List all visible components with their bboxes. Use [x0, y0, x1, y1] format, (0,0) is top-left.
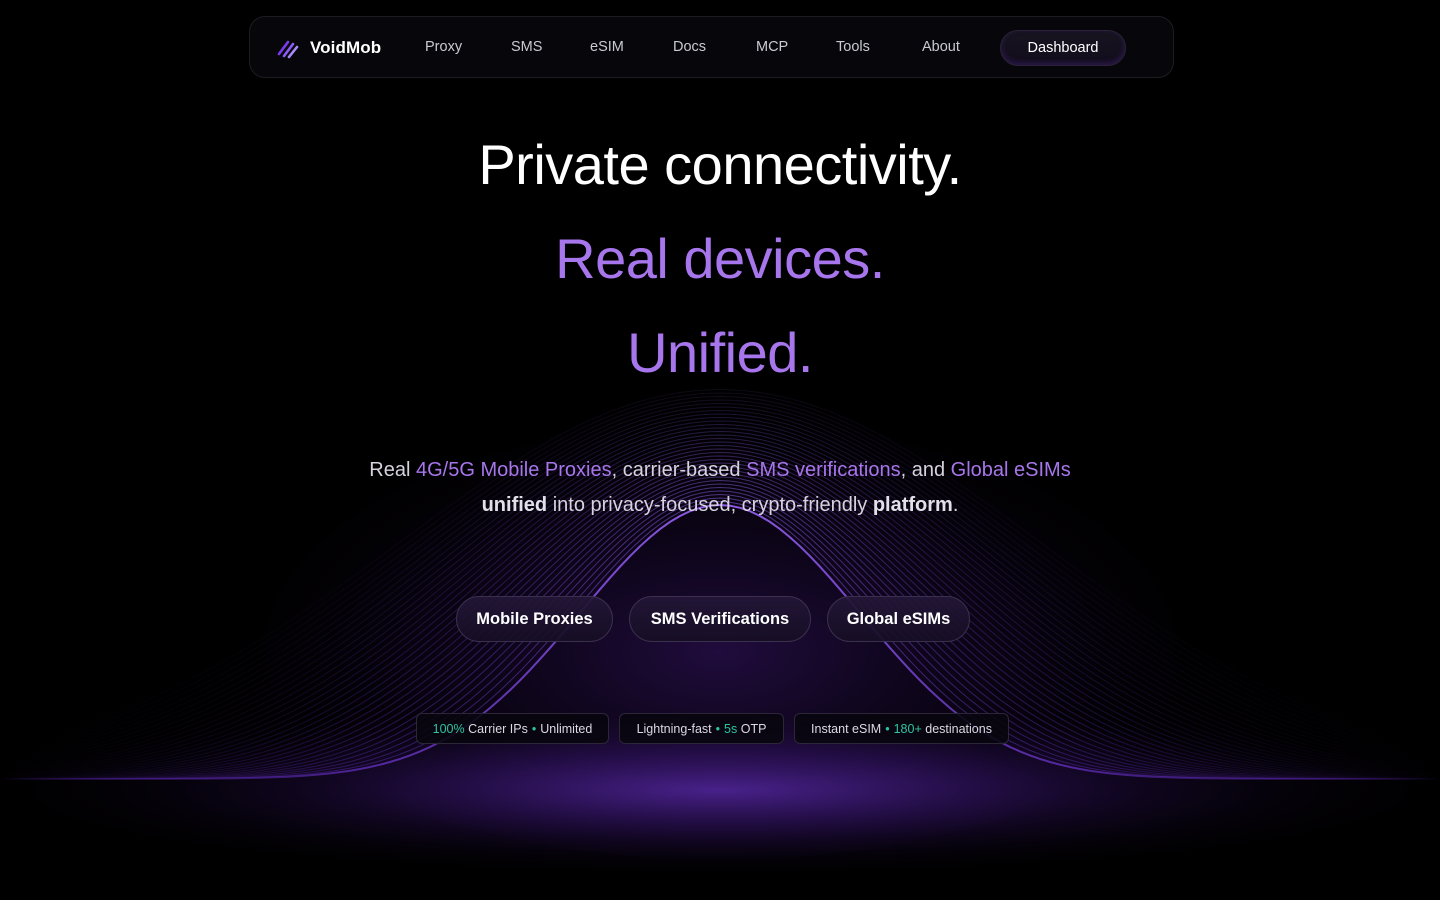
hero-headline-line2: Real devices. [555, 227, 885, 290]
nav-link-mcp[interactable]: MCP [756, 39, 788, 55]
mobile-proxies-button[interactable]: Mobile Proxies [456, 596, 613, 642]
tag-text-carrier-ips: Carrier IPs [468, 721, 528, 736]
desc-period: . [952, 494, 959, 516]
desc-highlight-mobile-proxies: 4G/5G Mobile Proxies [415, 459, 612, 481]
tag-text-instant-esim: Instant eSIM [811, 721, 882, 736]
nav-link-about[interactable]: About [922, 39, 960, 55]
tag-value-5s: 5s [724, 721, 738, 736]
tag-text-lightning: Lightning-fast [636, 721, 712, 736]
tag-separator-dot: • [715, 721, 721, 736]
desc-text-real: Real [369, 459, 411, 481]
nav-link-proxy[interactable]: Proxy [425, 39, 462, 55]
top-navbar: VoidMob Proxy SMS eSIM Docs MCP Tools Ab… [249, 16, 1174, 78]
desc-strong-unified: unified [481, 494, 548, 516]
desc-highlight-esims: Global eSIMs [950, 459, 1071, 481]
tag-text-unlimited: Unlimited [540, 721, 593, 736]
tag-text-otp: OTP [740, 721, 767, 736]
nav-link-sms[interactable]: SMS [511, 39, 542, 55]
brand-logo[interactable]: VoidMob [276, 36, 381, 60]
desc-text-and: , and [900, 459, 946, 481]
hero-headline-line1: Private connectivity. [478, 133, 962, 196]
desc-text-into: into privacy-focused, crypto-friendly [552, 494, 868, 516]
brand-name: VoidMob [310, 38, 382, 57]
feature-tag-carrier-ips: 100% Carrier IPs • Unlimited [416, 713, 609, 744]
landing-page: VoidMob Proxy SMS eSIM Docs MCP Tools Ab… [0, 0, 1440, 900]
dashboard-button[interactable]: Dashboard [1000, 30, 1126, 66]
tag-value-180: 180+ [893, 721, 922, 736]
tag-separator-dot: • [531, 721, 537, 736]
tag-text-destinations: destinations [925, 721, 992, 736]
desc-text-carrier: , carrier-based [611, 459, 741, 481]
sms-verifications-button[interactable]: SMS Verifications [629, 596, 811, 642]
tag-value-percent: 100% [432, 721, 465, 736]
tag-separator-dot: • [885, 721, 890, 736]
hero-headline-line3: Unified. [627, 321, 813, 384]
global-esims-button[interactable]: Global eSIMs [827, 596, 970, 642]
feature-tag-otp: Lightning-fast • 5s OTP [619, 713, 784, 744]
hero-description-line2: unified into privacy-focused, crypto-fri… [0, 488, 1440, 523]
feature-tag-esim: Instant eSIM • 180+ destinations [794, 713, 1009, 744]
nav-link-esim[interactable]: eSIM [590, 39, 624, 55]
nav-link-tools[interactable]: Tools [836, 39, 870, 55]
desc-strong-platform: platform [872, 494, 953, 516]
hero-description-line1: Real 4G/5G Mobile Proxies, carrier-based… [0, 453, 1440, 488]
nav-link-docs[interactable]: Docs [673, 39, 706, 55]
desc-highlight-sms: SMS verifications [746, 459, 901, 481]
slashes-logo-icon [277, 40, 299, 59]
